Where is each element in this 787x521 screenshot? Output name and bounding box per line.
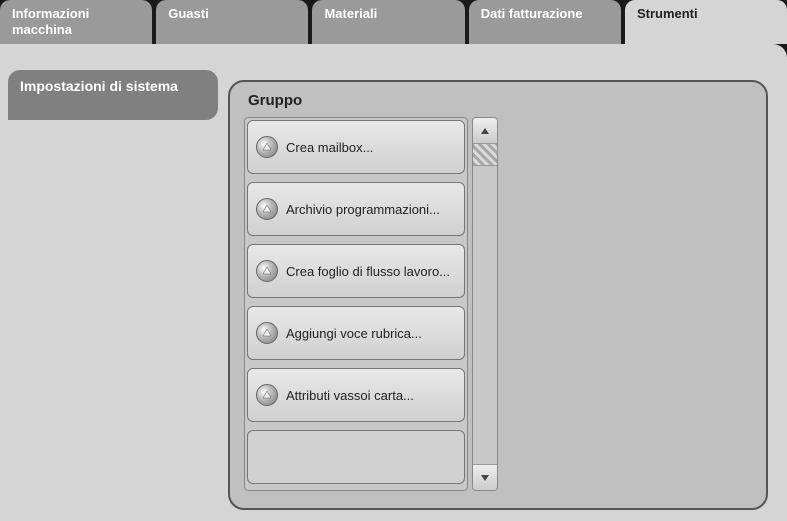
tab-billing[interactable]: Dati fatturazione xyxy=(469,0,621,44)
tab-faults[interactable]: Guasti xyxy=(156,0,308,44)
list-item[interactable]: Archivio programmazioni... xyxy=(247,182,465,236)
chevron-up-icon xyxy=(480,126,490,136)
list-item-label: Archivio programmazioni... xyxy=(286,202,440,217)
list-item-label: Attributi vassoi carta... xyxy=(286,388,414,403)
arrow-up-icon xyxy=(256,198,278,220)
scroll-up-button[interactable] xyxy=(473,118,497,144)
list-item-label: Crea mailbox... xyxy=(286,140,373,155)
group-panel: Gruppo Crea mailbox... Archivio programm… xyxy=(228,80,768,510)
list-item-label: Crea foglio di flusso lavoro... xyxy=(286,264,450,279)
arrow-up-icon xyxy=(256,322,278,344)
scroll-down-button[interactable] xyxy=(473,464,497,490)
group-title: Gruppo xyxy=(248,92,752,109)
tab-label: Strumenti xyxy=(637,6,698,22)
tab-bar: Informazioni macchina Guasti Materiali D… xyxy=(0,0,787,44)
list-item[interactable]: Attributi vassoi carta... xyxy=(247,368,465,422)
scrollbar xyxy=(472,117,498,491)
group-body: Crea mailbox... Archivio programmazioni.… xyxy=(244,117,752,491)
arrow-up-icon xyxy=(256,136,278,158)
list-item-label: Aggiungi voce rubrica... xyxy=(286,326,422,341)
tab-label: Materiali xyxy=(324,6,377,22)
tab-materials[interactable]: Materiali xyxy=(312,0,464,44)
chevron-down-icon xyxy=(480,473,490,483)
list-item[interactable]: Crea mailbox... xyxy=(247,120,465,174)
page-content: Impostazioni di sistema Gruppo Crea mail… xyxy=(0,44,787,521)
subtab-system-settings[interactable]: Impostazioni di sistema xyxy=(8,70,218,120)
arrow-up-icon xyxy=(256,384,278,406)
list-item-empty xyxy=(247,430,465,484)
tab-tools[interactable]: Strumenti xyxy=(625,0,787,44)
tab-label: Informazioni macchina xyxy=(12,6,140,37)
group-list: Crea mailbox... Archivio programmazioni.… xyxy=(244,117,468,491)
list-item[interactable]: Aggiungi voce rubrica... xyxy=(247,306,465,360)
scroll-track[interactable] xyxy=(473,144,497,464)
tab-machine-info[interactable]: Informazioni macchina xyxy=(0,0,152,44)
tab-label: Guasti xyxy=(168,6,208,22)
scroll-thumb[interactable] xyxy=(473,144,497,166)
tab-label: Dati fatturazione xyxy=(481,6,583,22)
subtab-label: Impostazioni di sistema xyxy=(20,78,178,94)
list-item[interactable]: Crea foglio di flusso lavoro... xyxy=(247,244,465,298)
arrow-up-icon xyxy=(256,260,278,282)
